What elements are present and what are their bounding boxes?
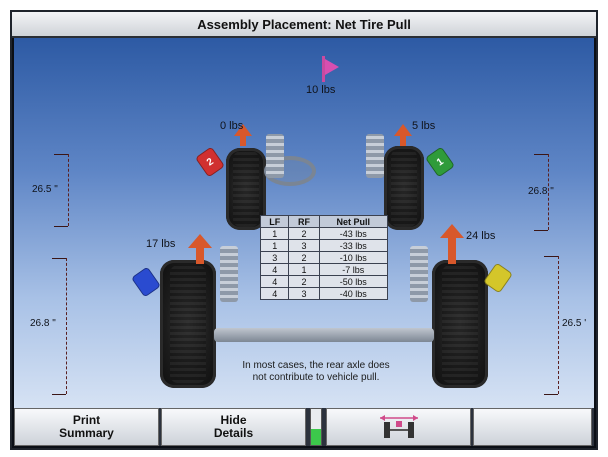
rear-axle-note: In most cases, the rear axle does not co…: [242, 360, 390, 383]
lr-pull-arrow-icon: [188, 234, 212, 264]
vehicle-axle-icon: [379, 415, 418, 438]
cell-lf: 4: [259, 275, 290, 288]
rear-right-strut: [410, 246, 428, 302]
rf-pull-label: 5 lbs: [412, 120, 436, 132]
rear-axle: [214, 328, 434, 342]
vehicle-view-button[interactable]: [326, 408, 471, 446]
total-pull-arrow-icon: [322, 56, 342, 82]
tire-rf: [384, 146, 424, 230]
cell-lf: 3: [259, 251, 290, 264]
table-header-row: LF RF Net Pull: [259, 215, 389, 228]
print-summary-button[interactable]: Print Summary: [14, 408, 159, 446]
rr-pull-label: 24 lbs: [466, 230, 496, 242]
lr-position-tag: [130, 266, 162, 298]
cell-lf: 4: [259, 263, 290, 276]
cell-rf: 2: [288, 251, 320, 264]
tire-rr: [432, 260, 488, 388]
level-meter-fill: [311, 428, 321, 445]
table-row: 1 2 -43 lbs: [259, 227, 389, 240]
front-left-strut: [266, 134, 284, 178]
cell-rf: 3: [288, 239, 320, 252]
column-header-lf: LF: [259, 215, 290, 228]
total-pull-label: 10 lbs: [306, 84, 336, 96]
cell-net-pull: -50 lbs: [318, 275, 389, 288]
column-header-rf: RF: [288, 215, 320, 228]
rr-pull-arrow-icon: [440, 224, 464, 264]
hide-details-button[interactable]: Hide Details: [161, 408, 306, 446]
bottom-toolbar: Print Summary Hide Details: [14, 408, 594, 446]
lf-pull-label: 0 lbs: [220, 120, 244, 132]
table-row: 4 1 -7 lbs: [259, 263, 389, 276]
cell-net-pull: -40 lbs: [318, 287, 389, 300]
cell-lf: 1: [259, 239, 290, 252]
cell-lf: 4: [259, 287, 290, 300]
cell-rf: 2: [288, 227, 320, 240]
front-right-strut: [366, 134, 384, 178]
cell-net-pull: -7 lbs: [318, 263, 389, 276]
cell-rf: 2: [288, 275, 320, 288]
app-window: Assembly Placement: Net Tire Pull 10 lbs…: [10, 10, 598, 450]
table-row: 4 3 -40 lbs: [259, 287, 389, 300]
page-title: Assembly Placement: Net Tire Pull: [197, 16, 411, 32]
cell-net-pull: -43 lbs: [318, 227, 389, 240]
level-meter: [310, 408, 322, 446]
table-row: 4 2 -50 lbs: [259, 275, 389, 288]
lr-pull-label: 17 lbs: [146, 238, 176, 250]
vehicle-diagram: 10 lbs 0 lbs 5 lbs 2 1 17 lbs 24 lbs 26.…: [14, 38, 594, 410]
table-row: 3 2 -10 lbs: [259, 251, 389, 264]
cell-rf: 3: [288, 287, 320, 300]
cell-net-pull: -33 lbs: [318, 239, 389, 252]
cell-rf: 1: [288, 263, 320, 276]
tire-lr: [160, 260, 216, 388]
cell-lf: 1: [259, 227, 290, 240]
cell-net-pull: -10 lbs: [318, 251, 389, 264]
rear-left-strut: [220, 246, 238, 302]
rf-position-tag: 1: [424, 146, 456, 178]
table-row: 1 3 -33 lbs: [259, 239, 389, 252]
column-header-net-pull: Net Pull: [318, 215, 389, 228]
net-pull-table: LF RF Net Pull 1 2 -43 lbs 1 3 -33 lbs 3: [259, 215, 389, 300]
blank-softkey-button[interactable]: [473, 408, 592, 446]
title-bar: Assembly Placement: Net Tire Pull: [12, 12, 596, 38]
lf-position-tag: 2: [194, 146, 226, 178]
rf-pull-arrow-icon: [394, 124, 412, 146]
